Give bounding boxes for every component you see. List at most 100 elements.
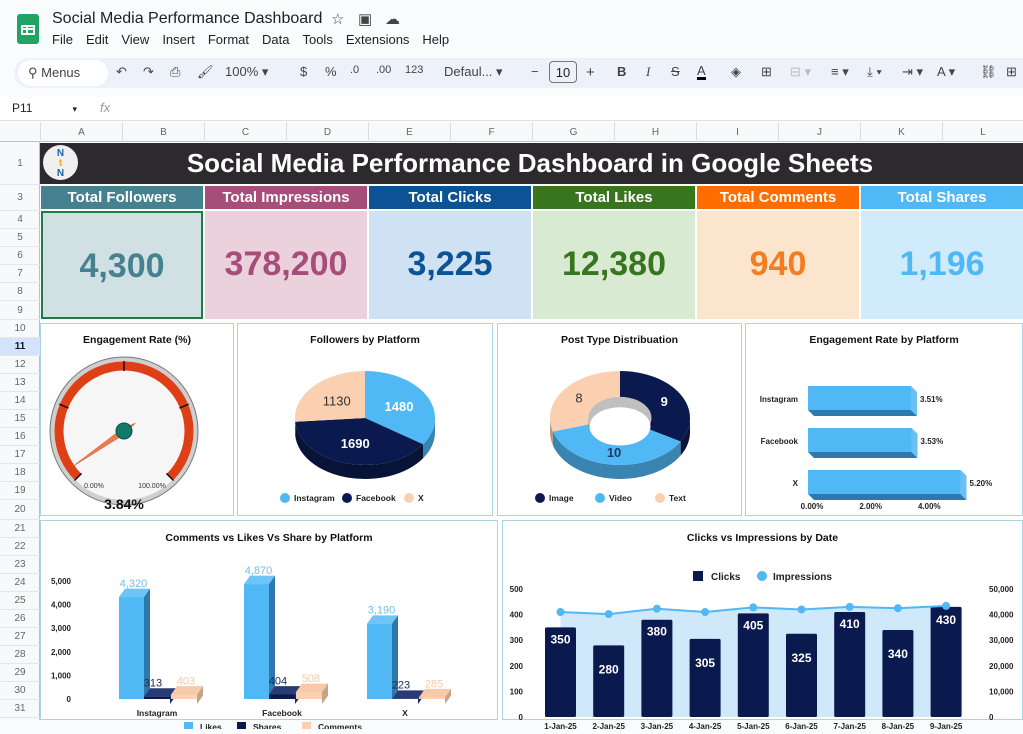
row-header[interactable]: 7 xyxy=(0,265,40,283)
increase-font-size-button[interactable]: + xyxy=(586,64,595,81)
row-header[interactable]: 31 xyxy=(0,700,40,718)
kpi-value[interactable]: 4,300 xyxy=(41,211,203,319)
row-header[interactable]: 26 xyxy=(0,610,40,628)
paint-format-icon[interactable]: 🖌 xyxy=(197,64,214,80)
kpi-value[interactable]: 1,196 xyxy=(861,211,1023,319)
row-header[interactable]: 24 xyxy=(0,574,40,592)
redo-icon[interactable]: ↷ xyxy=(143,64,154,80)
column-header[interactable]: D xyxy=(286,122,368,142)
row-header[interactable]: 18 xyxy=(0,464,40,482)
row-header[interactable]: 16 xyxy=(0,428,40,446)
row-header[interactable]: 3 xyxy=(0,185,40,211)
menu-tools[interactable]: Tools xyxy=(302,32,332,47)
kpi-value[interactable]: 378,200 xyxy=(205,211,367,319)
strikethrough-button[interactable]: S xyxy=(671,64,680,79)
merge-cells-icon[interactable]: ⊟ ▾ xyxy=(790,64,811,80)
row-header[interactable]: 15 xyxy=(0,410,40,428)
row-header[interactable]: 29 xyxy=(0,664,40,682)
column-header[interactable]: F xyxy=(450,122,532,142)
column-header[interactable]: G xyxy=(532,122,614,142)
column-header[interactable]: A xyxy=(40,122,122,142)
row-header[interactable]: 4 xyxy=(0,211,40,229)
row-header[interactable]: 27 xyxy=(0,628,40,646)
column-header[interactable]: B xyxy=(122,122,204,142)
row-header[interactable]: 22 xyxy=(0,538,40,556)
row-header[interactable]: 20 xyxy=(0,500,40,520)
decrease-decimal-button[interactable]: .0 xyxy=(350,64,359,76)
font-family-select[interactable]: Defaul... ▾ xyxy=(444,64,503,80)
menu-view[interactable]: View xyxy=(121,32,149,47)
star-icon[interactable]: ☆ xyxy=(331,10,344,28)
column-header[interactable]: K xyxy=(860,122,942,142)
insert-comment-icon[interactable]: ⊞ xyxy=(1006,64,1017,80)
name-box[interactable]: P11▾ xyxy=(12,101,77,115)
engagement-gauge-panel[interactable]: Engagement Rate (%) 0.00%100.00%3.84% xyxy=(40,323,234,516)
column-header[interactable]: H xyxy=(614,122,696,142)
kpi-value[interactable]: 12,380 xyxy=(533,211,695,319)
undo-icon[interactable]: ↶ xyxy=(116,64,127,80)
zoom-select[interactable]: 100% ▾ xyxy=(225,64,268,80)
vertical-align-icon[interactable]: ⤓ ▾ xyxy=(867,64,882,80)
fill-color-icon[interactable]: ◈ xyxy=(731,64,741,80)
menu-format[interactable]: Format xyxy=(208,32,249,47)
kpi-value[interactable]: 940 xyxy=(697,211,859,319)
row-header[interactable]: 8 xyxy=(0,283,40,301)
number-format-button[interactable]: 123 xyxy=(405,64,423,76)
insert-link-icon[interactable]: ⛓ xyxy=(980,64,997,80)
percent-format-button[interactable]: % xyxy=(325,64,337,79)
formula-bar[interactable] xyxy=(0,97,1023,121)
menu-help[interactable]: Help xyxy=(422,32,449,47)
row-header[interactable]: 25 xyxy=(0,592,40,610)
chart-title: Comments vs Likes Vs Share by Platform xyxy=(41,532,497,544)
cloud-status-icon[interactable]: ☁ xyxy=(385,10,400,28)
row-header[interactable]: 10 xyxy=(0,320,40,338)
italic-button[interactable]: I xyxy=(646,64,650,80)
row-header[interactable]: 21 xyxy=(0,520,40,538)
engagement-by-platform-panel[interactable]: Engagement Rate by Platform Instagram3.5… xyxy=(745,323,1023,516)
borders-icon[interactable]: ⊞ xyxy=(761,64,772,80)
column-header[interactable]: C xyxy=(204,122,286,142)
column-header[interactable]: L xyxy=(942,122,1023,142)
bold-button[interactable]: B xyxy=(617,64,626,79)
followers-pie-panel[interactable]: Followers by Platform 148016901130Instag… xyxy=(237,323,493,516)
row-header[interactable]: 19 xyxy=(0,482,40,500)
menu-file[interactable]: File xyxy=(52,32,73,47)
text-color-button[interactable]: A xyxy=(697,64,706,80)
menu-insert[interactable]: Insert xyxy=(162,32,195,47)
search-menus-button[interactable]: ⚲ Menus xyxy=(18,60,108,86)
row-header[interactable]: 30 xyxy=(0,682,40,700)
column-header[interactable]: E xyxy=(368,122,450,142)
row-header[interactable]: 13 xyxy=(0,374,40,392)
font-size-input[interactable]: 10 xyxy=(549,61,577,83)
increase-decimal-button[interactable]: .00 xyxy=(376,64,391,76)
column-header[interactable]: I xyxy=(696,122,778,142)
row-header[interactable]: 11 xyxy=(0,338,40,356)
post-type-donut-panel[interactable]: Post Type Distribuation 9108ImageVideoTe… xyxy=(497,323,742,516)
row-header[interactable]: 23 xyxy=(0,556,40,574)
row-header[interactable]: 17 xyxy=(0,446,40,464)
column-header[interactable]: J xyxy=(778,122,860,142)
row-header[interactable]: 12 xyxy=(0,356,40,374)
menu-data[interactable]: Data xyxy=(262,32,289,47)
print-icon[interactable]: ⎙ xyxy=(170,64,180,80)
row-header[interactable]: 6 xyxy=(0,247,40,265)
sheets-logo-icon[interactable] xyxy=(17,14,39,44)
menu-edit[interactable]: Edit xyxy=(86,32,108,47)
decrease-font-size-button[interactable]: − xyxy=(531,64,539,79)
clicks-impressions-panel[interactable]: Clicks vs Impressions by Date 0100200300… xyxy=(502,520,1023,720)
category-label: Instagram xyxy=(137,708,178,718)
row-header[interactable]: 1 xyxy=(0,142,40,185)
row-header[interactable]: 14 xyxy=(0,392,40,410)
menu-extensions[interactable]: Extensions xyxy=(346,32,410,47)
text-wrapping-icon[interactable]: ⇥ ▾ xyxy=(902,64,923,80)
document-title[interactable]: Social Media Performance Dashboard xyxy=(52,10,322,28)
currency-format-button[interactable]: $ xyxy=(300,64,307,79)
horizontal-align-icon[interactable]: ≡ ▾ xyxy=(831,64,849,80)
row-header[interactable]: 9 xyxy=(0,301,40,320)
row-header[interactable]: 28 xyxy=(0,646,40,664)
kpi-value[interactable]: 3,225 xyxy=(369,211,531,319)
comments-likes-shares-panel[interactable]: Comments vs Likes Vs Share by Platform 0… xyxy=(40,520,498,720)
text-rotation-icon[interactable]: A ▾ xyxy=(937,64,955,80)
move-to-folder-icon[interactable]: ▣ xyxy=(358,10,372,28)
row-header[interactable]: 5 xyxy=(0,229,40,247)
